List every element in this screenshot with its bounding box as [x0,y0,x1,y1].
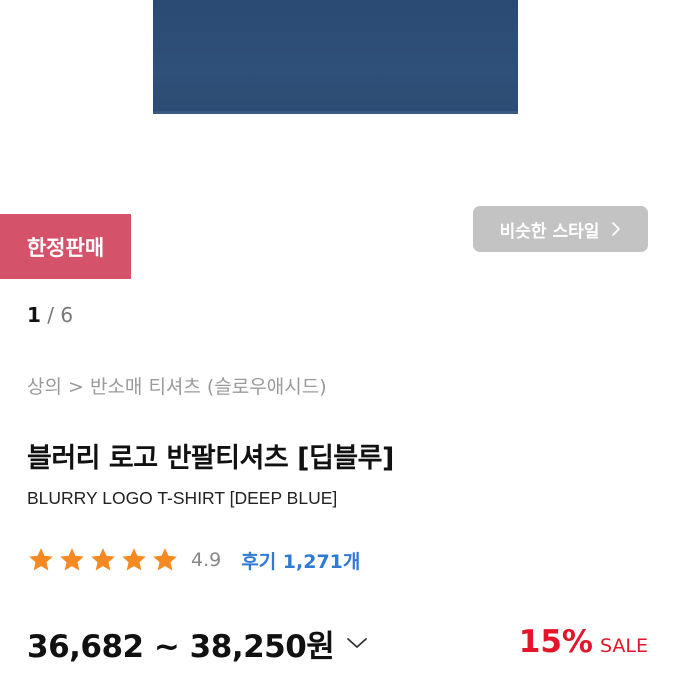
rating-row: 4.9 후기 1,271개 [27,544,360,576]
image-counter-separator: / [47,303,55,327]
discount-percent: 15% [518,624,593,660]
reviews-link[interactable]: 후기 1,271개 [241,547,360,574]
star-icon [122,548,146,571]
image-counter-total: 6 [60,303,74,327]
chevron-down-icon[interactable] [346,636,368,650]
limited-sale-badge: 한정판매 [0,214,131,279]
star-icon [153,548,177,571]
star-icon [60,548,84,571]
star-icon [29,548,53,571]
price-row[interactable]: 36,682 ~ 38,250원 [27,621,368,665]
rating-stars [27,546,179,574]
category-breadcrumb[interactable]: 상의 > 반소매 티셔츠 (슬로우애시드) [27,372,327,399]
price-range: 36,682 ~ 38,250원 [27,628,335,665]
chevron-right-icon [612,222,621,236]
sale-label: SALE [599,635,648,657]
product-title-korean: 블러리 로고 반팔티셔츠 [딥블루] [27,443,394,474]
image-counter: 1 / 6 [27,303,73,327]
limited-sale-label: 한정판매 [26,235,105,260]
rating-score: 4.9 [191,549,222,571]
image-counter-current: 1 [27,303,41,327]
similar-style-button[interactable]: 비슷한 스타일 [473,206,648,252]
product-image[interactable] [153,0,518,114]
discount-info: 15% SALE [519,624,648,660]
star-icon [91,548,115,571]
similar-style-label: 비슷한 스타일 [499,221,600,242]
product-title-english: BLURRY LOGO T-SHIRT [DEEP BLUE] [27,488,338,508]
